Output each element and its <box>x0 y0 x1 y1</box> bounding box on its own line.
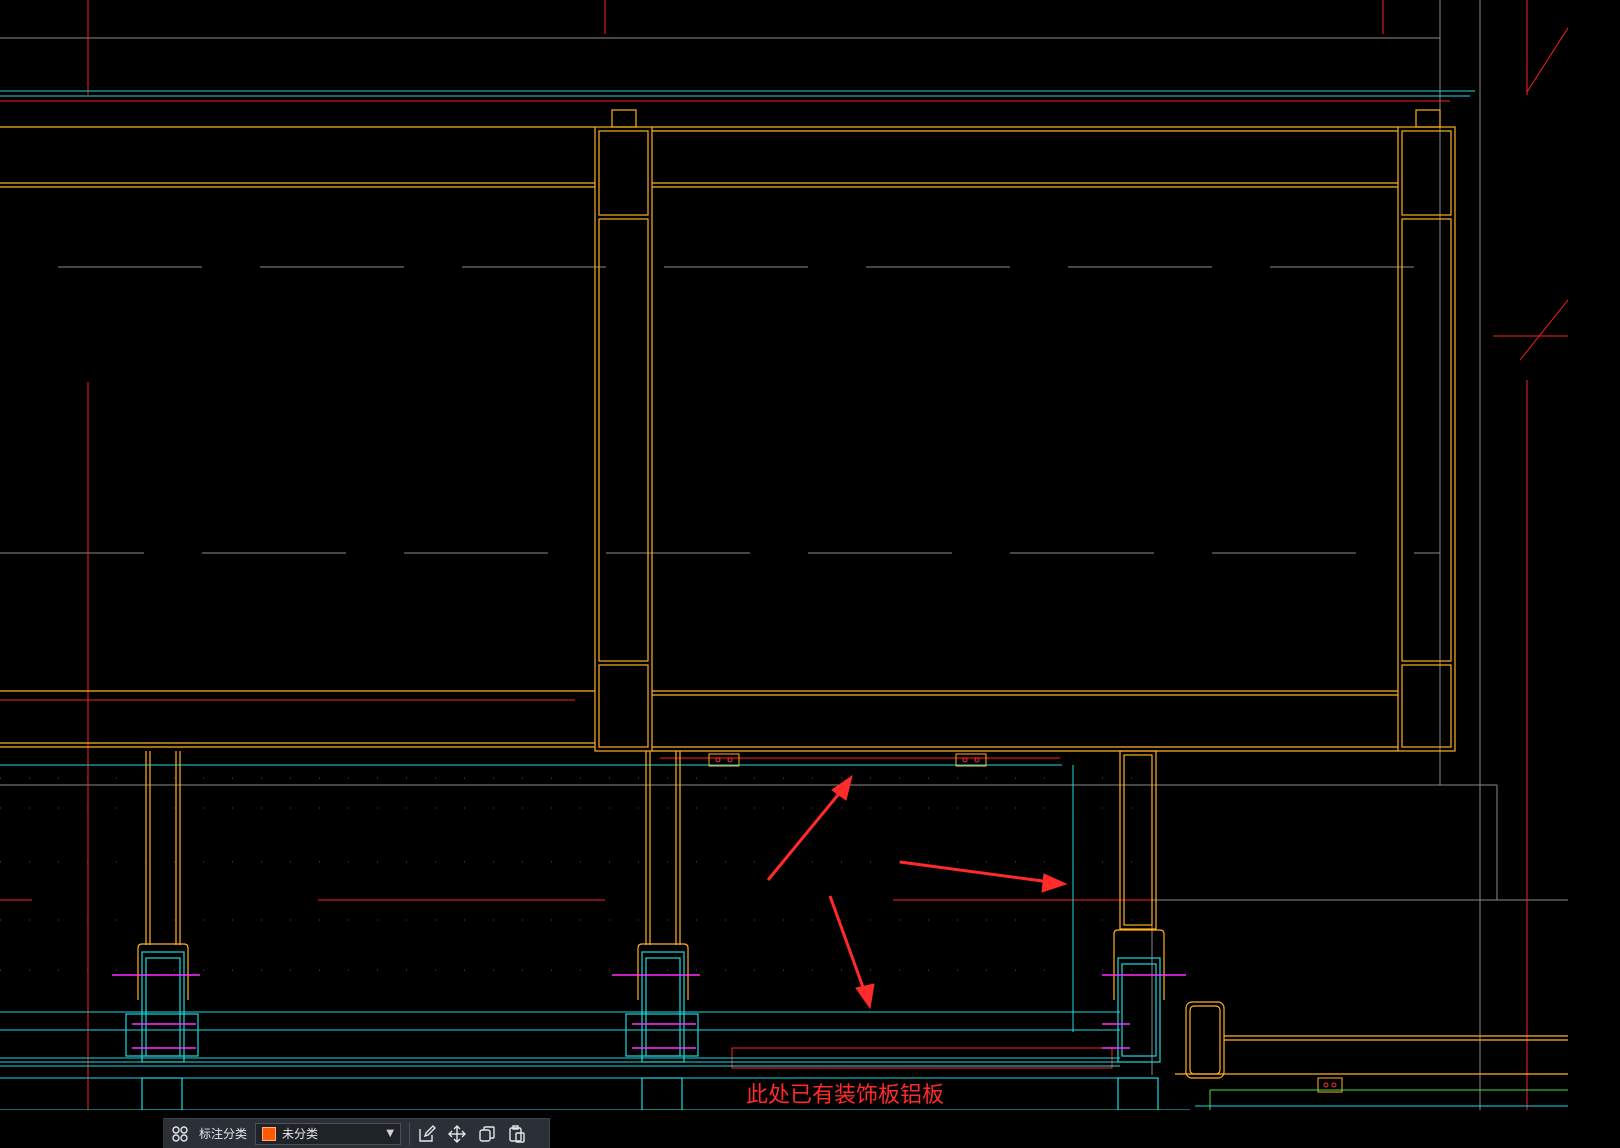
cyan-structure-lines <box>0 90 1568 1110</box>
chevron-down-icon: ▼ <box>386 1128 395 1139</box>
cad-drawing-canvas[interactable] <box>0 0 1568 1110</box>
category-color-swatch <box>262 1126 277 1141</box>
category-select[interactable]: 未分类 ▼ <box>255 1122 402 1145</box>
green-details <box>1209 1089 1568 1110</box>
grey-outline-lines <box>0 0 1568 1110</box>
annotation-arrows <box>766 774 1068 1010</box>
grey-dashed-centerlines <box>0 266 1440 554</box>
copy-icon[interactable] <box>474 1122 500 1146</box>
move-icon[interactable] <box>444 1122 470 1146</box>
category-label: 标注分类 <box>199 1127 248 1141</box>
clips <box>708 753 1343 1093</box>
toolbar-divider <box>409 1122 411 1145</box>
paste-icon[interactable] <box>504 1122 530 1146</box>
annotation-toolbar: 标注分类 未分类 ▼ <box>163 1118 550 1148</box>
grid-icon[interactable] <box>169 1123 191 1145</box>
main-frame <box>0 109 1568 1079</box>
annotation-note: 此处已有装饰板铝板 <box>746 1083 945 1108</box>
cad-drawing <box>0 0 1568 1110</box>
dotted-texture <box>0 777 1150 971</box>
category-value: 未分类 <box>282 1127 319 1141</box>
edit-icon[interactable] <box>414 1122 440 1146</box>
red-reference-lines <box>0 0 1568 1110</box>
